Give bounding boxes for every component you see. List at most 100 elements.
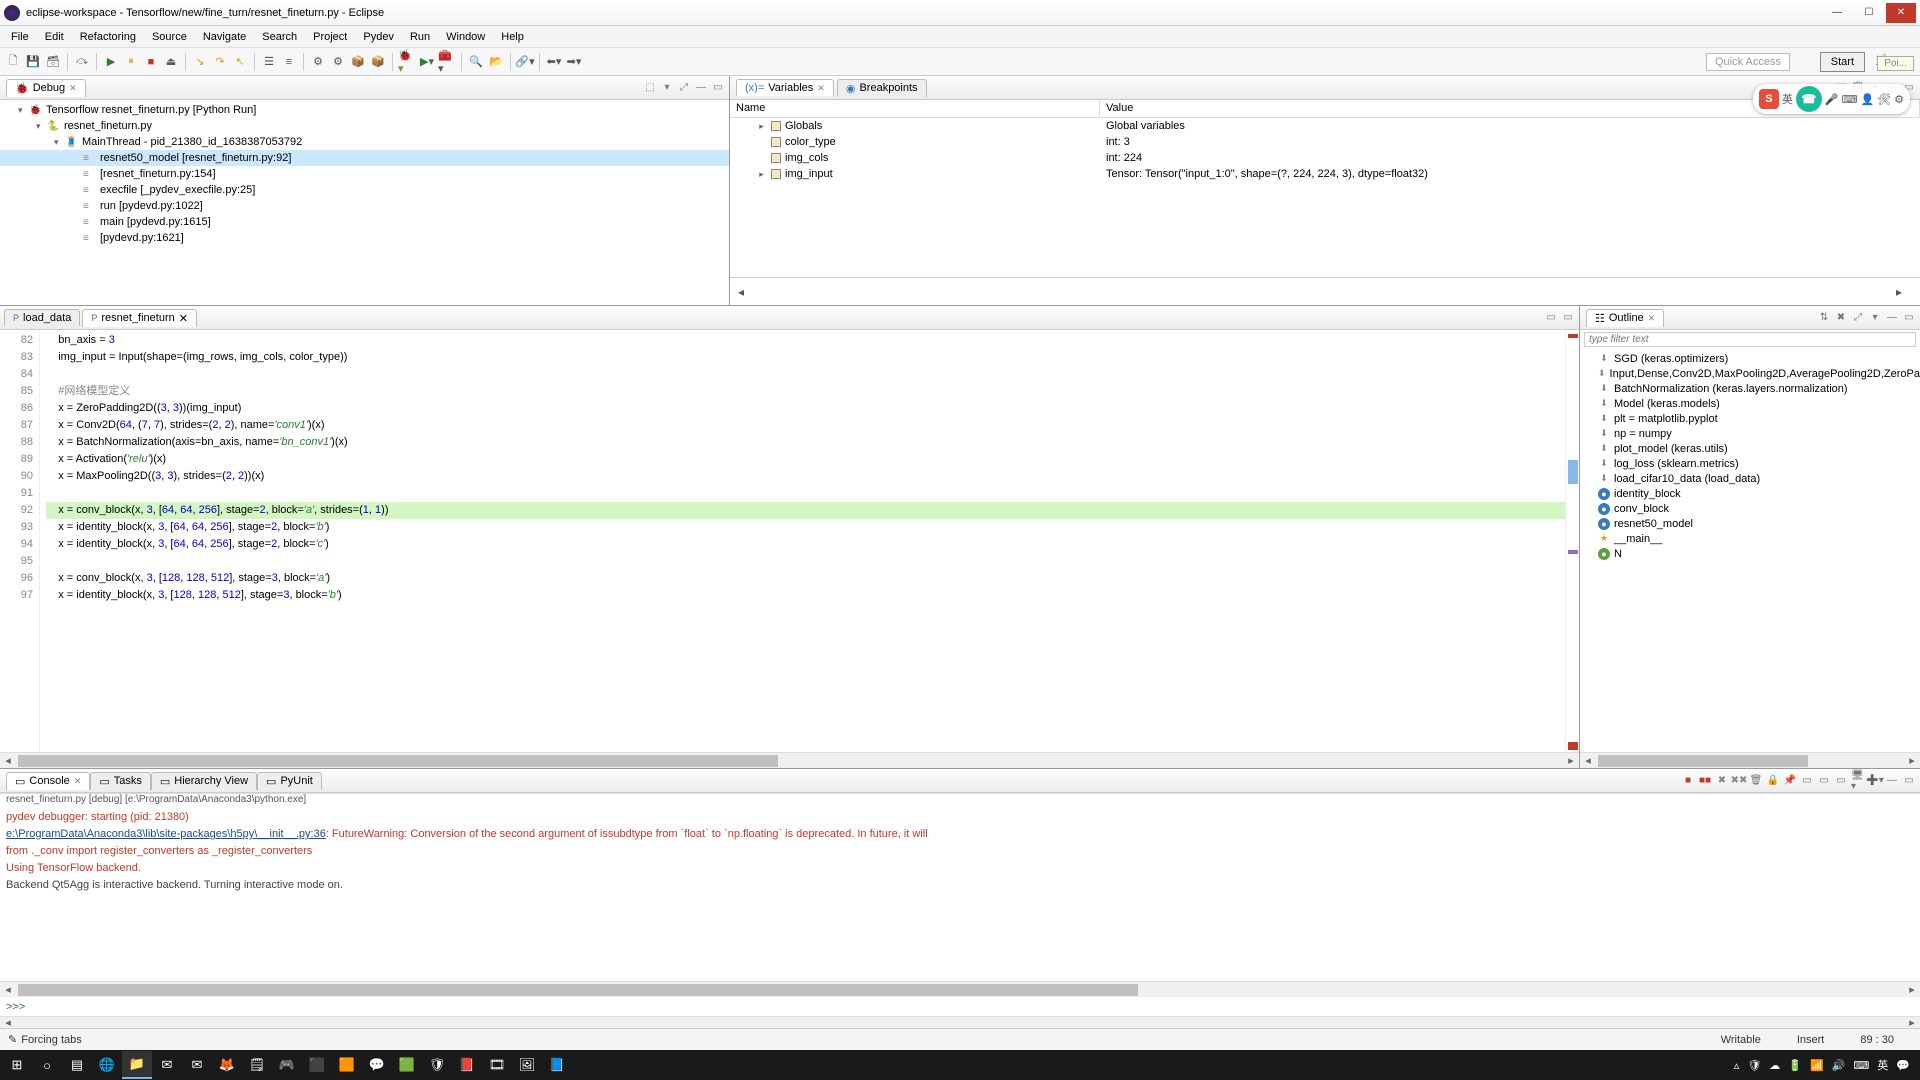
breakpoints-tab[interactable]: ◉ Breakpoints: [837, 79, 927, 97]
maximize-icon[interactable]: ▭: [1902, 311, 1916, 325]
ime-opt-icon[interactable]: ⚙: [1894, 93, 1904, 106]
close-icon[interactable]: ✕: [817, 83, 825, 94]
step-over-icon[interactable]: ↷: [211, 53, 229, 71]
tb-icon[interactable]: 📂: [487, 53, 505, 71]
menu-navigate[interactable]: Navigate: [196, 29, 253, 45]
taskbar-app[interactable]: 📕: [452, 1051, 482, 1079]
close-icon[interactable]: ✕: [179, 312, 188, 325]
minimize-icon[interactable]: —: [1885, 774, 1899, 788]
tb-icon[interactable]: ☰: [260, 53, 278, 71]
search-icon[interactable]: 🔍: [467, 53, 485, 71]
close-button[interactable]: ✕: [1886, 3, 1916, 23]
save-icon[interactable]: 💾: [24, 53, 42, 71]
taskbar-app[interactable]: ⊞: [2, 1051, 32, 1079]
system-tray[interactable]: ▵ 🛡 ☁ 🔋 📶 🔊 ⌨ 英 💬: [1726, 1057, 1918, 1073]
outline-hscroll[interactable]: ◂▸: [1580, 752, 1920, 768]
console-tab[interactable]: ▭Console✕: [6, 772, 90, 790]
taskbar-app[interactable]: 📁: [122, 1051, 152, 1079]
stack-frame[interactable]: ▾🐞Tensorflow resnet_fineturn.py [Python …: [0, 102, 729, 118]
menu-refactoring[interactable]: Refactoring: [73, 29, 143, 45]
ime-opt-icon[interactable]: 👤: [1860, 93, 1874, 106]
step-into-icon[interactable]: ↘: [191, 53, 209, 71]
suspend-icon[interactable]: ⏸: [122, 53, 140, 71]
debug-tab[interactable]: 🐞 Debug ✕: [6, 79, 86, 97]
stack-frame[interactable]: ▾🐍resnet_fineturn.py: [0, 118, 729, 134]
scroll-lock-icon[interactable]: 🔒: [1766, 774, 1780, 788]
maximize-button[interactable]: ☐: [1854, 3, 1884, 23]
sogou-icon[interactable]: S: [1759, 89, 1779, 109]
run-icon[interactable]: ▶▾: [418, 53, 436, 71]
tray-icon[interactable]: 🛡: [1747, 1059, 1761, 1072]
remove-all-icon[interactable]: ✖✖: [1732, 774, 1746, 788]
tray-icon[interactable]: 📶: [1810, 1059, 1824, 1072]
taskbar-app[interactable]: ✉: [182, 1051, 212, 1079]
outline-item[interactable]: ⬇Model (keras.models): [1580, 396, 1920, 411]
variable-row[interactable]: ▸img_inputTensor: Tensor("input_1:0", sh…: [730, 166, 1920, 182]
stack-frame[interactable]: ≡execfile [_pydev_execfile.py:25]: [0, 182, 729, 198]
menu-window[interactable]: Window: [439, 29, 492, 45]
terminate-all-icon[interactable]: ■■: [1698, 774, 1712, 788]
taskbar-app[interactable]: ⬛: [302, 1051, 332, 1079]
outline-item[interactable]: ●N: [1580, 546, 1920, 561]
console-tab[interactable]: ▭Tasks: [90, 772, 151, 790]
debug-tree[interactable]: ▾🐞Tensorflow resnet_fineturn.py [Python …: [0, 100, 729, 305]
toolbar-icon[interactable]: ▾: [1868, 311, 1882, 325]
menu-edit[interactable]: Edit: [38, 29, 71, 45]
outline-item[interactable]: ⬇plot_model (keras.utils): [1580, 441, 1920, 456]
editor-tab[interactable]: Pload_data: [4, 309, 80, 326]
taskbar-app[interactable]: 🟧: [332, 1051, 362, 1079]
back-icon[interactable]: ⬅▾: [545, 53, 563, 71]
console-input-hscroll[interactable]: ◂▸: [0, 1016, 1920, 1028]
outline-tab[interactable]: ☷ Outline ✕: [1586, 309, 1664, 327]
taskbar-app[interactable]: ✉: [152, 1051, 182, 1079]
variables-tab[interactable]: (x)= Variables ✕: [736, 79, 834, 96]
tray-icon[interactable]: ☁: [1769, 1059, 1780, 1072]
tb-icon[interactable]: 📦: [369, 53, 387, 71]
resume-icon[interactable]: ▶: [102, 53, 120, 71]
toolbar-icon[interactable]: ▭: [1561, 311, 1575, 325]
stack-frame[interactable]: ≡ [resnet_fineturn.py:154]: [0, 166, 729, 182]
outline-item[interactable]: ⬇plt = matplotlib.pyplot: [1580, 411, 1920, 426]
clear-icon[interactable]: 🗑: [1749, 774, 1763, 788]
outline-item[interactable]: ⬇BatchNormalization (keras.layers.normal…: [1580, 381, 1920, 396]
tb-icon[interactable]: 📦: [349, 53, 367, 71]
outline-item[interactable]: ★__main__: [1580, 531, 1920, 546]
console-hscroll[interactable]: ◂▸: [0, 981, 1920, 997]
minimize-button[interactable]: —: [1822, 3, 1852, 23]
editor-code[interactable]: bn_axis = 3 img_input = Input(shape=(img…: [40, 330, 1565, 752]
tb-icon[interactable]: ⚙: [329, 53, 347, 71]
outline-list[interactable]: ⬇SGD (keras.optimizers)⬇Input,Dense,Conv…: [1580, 349, 1920, 752]
arrow-left-icon[interactable]: ◂: [738, 285, 754, 299]
toolbar-icon[interactable]: ⇅: [1817, 311, 1831, 325]
ext-tools-icon[interactable]: 🧰▾: [438, 53, 456, 71]
taskbar-app[interactable]: 🦊: [212, 1051, 242, 1079]
menu-file[interactable]: File: [4, 29, 36, 45]
tb-icon[interactable]: ≡: [280, 53, 298, 71]
tray-icon[interactable]: 🔋: [1788, 1059, 1802, 1072]
tray-icon[interactable]: 🔊: [1832, 1059, 1846, 1072]
stack-frame[interactable]: ≡main [pydevd.py:1615]: [0, 214, 729, 230]
stack-frame[interactable]: ≡resnet50_model [resnet_fineturn.py:92]: [0, 150, 729, 166]
ime-opt-icon[interactable]: ⌨: [1842, 93, 1858, 106]
run-debug-icon[interactable]: 🐞▾: [398, 53, 416, 71]
menu-source[interactable]: Source: [145, 29, 194, 45]
start-button[interactable]: Start: [1820, 52, 1865, 72]
outline-item[interactable]: ⬇SGD (keras.optimizers): [1580, 351, 1920, 366]
terminate-icon[interactable]: ■: [1681, 774, 1695, 788]
menu-search[interactable]: Search: [255, 29, 304, 45]
stack-frame[interactable]: ≡ [pydevd.py:1621]: [0, 230, 729, 246]
overview-ruler[interactable]: [1565, 330, 1579, 752]
outline-item[interactable]: ●conv_block: [1580, 501, 1920, 516]
tb-icon[interactable]: 🔗▾: [516, 53, 534, 71]
outline-filter-input[interactable]: [1584, 332, 1916, 347]
console-input[interactable]: >>>: [0, 997, 1920, 1016]
quick-access-input[interactable]: Quick Access: [1706, 53, 1790, 71]
taskbar-app[interactable]: 🛡: [422, 1051, 452, 1079]
close-icon[interactable]: ✕: [74, 776, 82, 787]
new-icon[interactable]: 🗋: [4, 53, 22, 71]
toolbar-icon[interactable]: ▾: [660, 81, 674, 95]
toolbar-icon[interactable]: ▭: [1834, 774, 1848, 788]
ime-float-badge[interactable]: S 英 ☎ 🎤 ⌨ 👤 🛠 ⚙: [1753, 84, 1910, 114]
save-all-icon[interactable]: 🗃: [44, 53, 62, 71]
toolbar-icon[interactable]: ▭: [1544, 311, 1558, 325]
